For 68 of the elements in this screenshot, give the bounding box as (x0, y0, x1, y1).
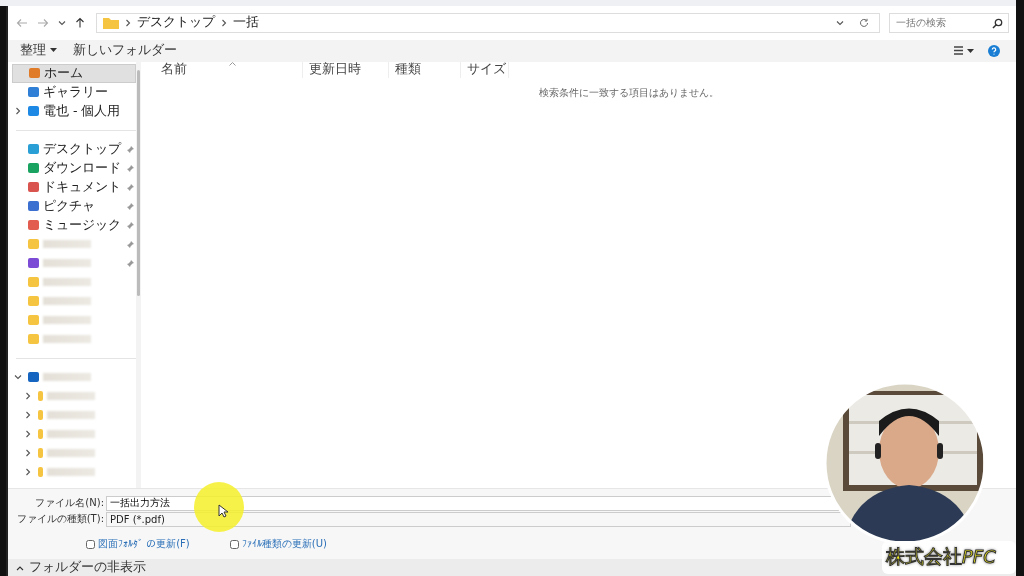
breadcrumb-item[interactable]: デスクトップ (137, 14, 215, 32)
sidebar-label: ダウンロード (43, 159, 121, 177)
blurred-label (47, 468, 95, 477)
sidebar-label: デスクトップ (43, 140, 121, 158)
organize-button[interactable]: 整理 (18, 42, 59, 60)
breadcrumb-item[interactable]: 一括 (233, 14, 259, 32)
column-header[interactable]: サイズ (461, 61, 509, 78)
option-checkbox[interactable]: 図面ﾌｫﾙﾀﾞ の更新(F) (86, 537, 190, 552)
sidebar-label: ギャラリー (43, 83, 108, 101)
field-label: ファイルの種類(T): (15, 512, 105, 527)
sidebar-item[interactable]: ミュージック (12, 215, 136, 235)
empty-message: 検索条件に一致する項目はありません。 (537, 85, 720, 100)
chevron-up-icon (16, 564, 24, 571)
caret-down-icon (50, 48, 57, 54)
new-folder-button[interactable]: 新しいフォルダー (71, 42, 179, 60)
view-menu-button[interactable] (952, 46, 976, 56)
sidebar-item[interactable]: 電也 - 個人用 (12, 101, 136, 121)
chevron-right-icon[interactable] (24, 468, 32, 477)
blurred-label (43, 259, 91, 268)
chevron-right-icon[interactable] (24, 392, 32, 401)
sidebar-label: ミュージック (43, 216, 121, 234)
up-arrow-icon[interactable] (75, 17, 85, 29)
blurred-label (43, 335, 91, 344)
sidebar-item[interactable]: デスクトップ (12, 139, 136, 159)
option-checkbox[interactable]: ﾌｧｲﾙ種類の更新(U) (229, 537, 327, 552)
refresh-icon[interactable] (859, 17, 869, 28)
search-icon (992, 17, 1003, 29)
checkbox-icon[interactable] (229, 540, 239, 549)
blurred-label (47, 392, 95, 401)
filetype-dropdown[interactable]: PDF (*.pdf) (106, 512, 851, 527)
sidebar-label: ピクチャ (43, 197, 95, 215)
sidebar-item[interactable]: ホーム (12, 63, 136, 83)
address-bar[interactable]: デスクトップ 一括 (96, 12, 880, 33)
chevron-right-icon[interactable] (220, 18, 228, 27)
blurred-label (47, 411, 95, 420)
scrollbar-thumb[interactable] (137, 69, 140, 296)
checkbox-icon[interactable] (86, 540, 95, 549)
blurred-label (43, 316, 91, 325)
chevron-right-icon[interactable] (24, 411, 32, 420)
blurred-label (43, 240, 91, 249)
column-header[interactable]: 名前 (155, 61, 303, 78)
blurred-label (43, 297, 91, 306)
column-header[interactable]: 更新日時 (303, 61, 389, 78)
cursor-icon (218, 504, 228, 518)
company-logo: 株式会社PFC (882, 541, 1016, 574)
column-header[interactable]: 種類 (389, 61, 461, 78)
search-field[interactable]: 一括の検索 (889, 12, 1009, 33)
sidebar-label: ホーム (44, 64, 83, 82)
chevron-right-icon[interactable] (124, 18, 132, 27)
help-icon[interactable] (988, 44, 1000, 57)
chevron-down-icon[interactable] (14, 373, 22, 382)
blurred-label (43, 373, 91, 382)
sidebar-item[interactable]: ダウンロード (12, 158, 136, 178)
chevron-right-icon[interactable] (14, 107, 22, 116)
field-label: ファイル名(N): (34, 496, 105, 511)
sidebar-item[interactable]: ギャラリー (12, 82, 136, 102)
chevron-down-icon[interactable] (836, 18, 844, 27)
blurred-label (47, 449, 95, 458)
chevron-right-icon[interactable] (24, 430, 32, 439)
sidebar-item[interactable]: ピクチャ (12, 196, 136, 216)
sidebar-label: ドキュメント (43, 178, 121, 196)
sidebar-label: 電也 - 個人用 (43, 102, 121, 120)
chevron-down-icon[interactable] (58, 18, 66, 27)
sidebar-item[interactable]: ドキュメント (12, 177, 136, 197)
hide-folders-button[interactable]: フォルダーの非表示 (16, 559, 146, 576)
blurred-label (43, 278, 91, 287)
blurred-label (47, 430, 95, 439)
chevron-right-icon[interactable] (24, 449, 32, 458)
